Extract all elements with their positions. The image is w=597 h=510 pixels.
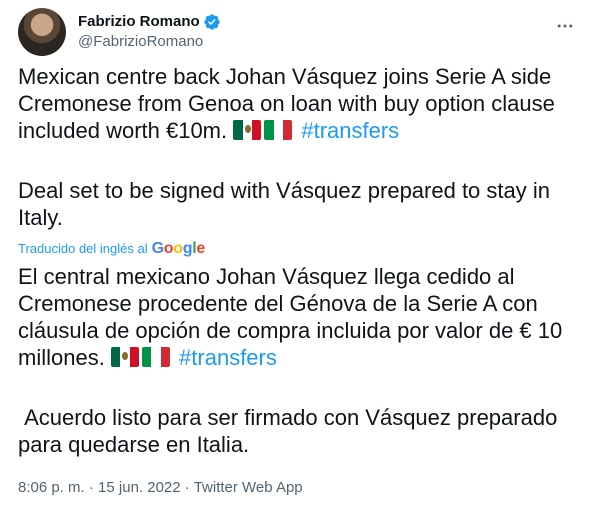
- name-row: Fabrizio Romano: [78, 12, 221, 32]
- google-logo: Google: [151, 240, 206, 257]
- tweet-date[interactable]: 15 jun. 2022: [98, 479, 181, 496]
- tweet-paragraph-original-2: Deal set to be signed with Vásquez prepa…: [18, 178, 550, 230]
- translated-text: El central mexicano Johan Vásquez llega …: [18, 264, 563, 370]
- translation-label: Traducido del inglés al: [18, 241, 148, 256]
- avatar[interactable]: [18, 8, 66, 56]
- author-info: Fabrizio Romano @FabrizioRomano: [78, 12, 221, 52]
- mexico-flag-icon: [110, 347, 139, 367]
- author-display-name[interactable]: Fabrizio Romano: [78, 12, 200, 32]
- tweet-metadata: 8:06 p. m. · 15 jun. 2022 · Twitter Web …: [18, 478, 303, 498]
- tweet-paragraph-original: Mexican centre back Johan Vásquez joins …: [18, 63, 583, 144]
- meta-separator: ·: [84, 479, 99, 496]
- author-handle[interactable]: @FabrizioRomano: [78, 32, 221, 52]
- hashtag-link[interactable]: #transfers: [179, 345, 277, 370]
- translation-attribution[interactable]: Traducido del inglés al Google: [18, 240, 205, 258]
- italy-flag-icon: [264, 120, 293, 140]
- tweet-card: Fabrizio Romano @FabrizioRomano Mexican …: [0, 0, 597, 510]
- italy-flag-icon: [141, 347, 170, 367]
- mexico-flag-icon: [233, 120, 262, 140]
- tweet-paragraph-translated: El central mexicano Johan Vásquez llega …: [18, 263, 583, 371]
- tweet-paragraph-translated-2: Acuerdo listo para ser firmado con Vásqu…: [18, 404, 583, 458]
- translated-text-2: Acuerdo listo para ser firmado con Vásqu…: [18, 405, 558, 457]
- tweet-header: Fabrizio Romano @FabrizioRomano: [18, 8, 583, 56]
- more-options-icon[interactable]: [551, 12, 579, 40]
- tweet-time[interactable]: 8:06 p. m.: [18, 479, 85, 496]
- hashtag-link[interactable]: #transfers: [301, 118, 399, 143]
- verified-badge-icon: [203, 13, 221, 31]
- meta-separator: ·: [180, 479, 194, 496]
- tweet-source[interactable]: Twitter Web App: [194, 479, 303, 496]
